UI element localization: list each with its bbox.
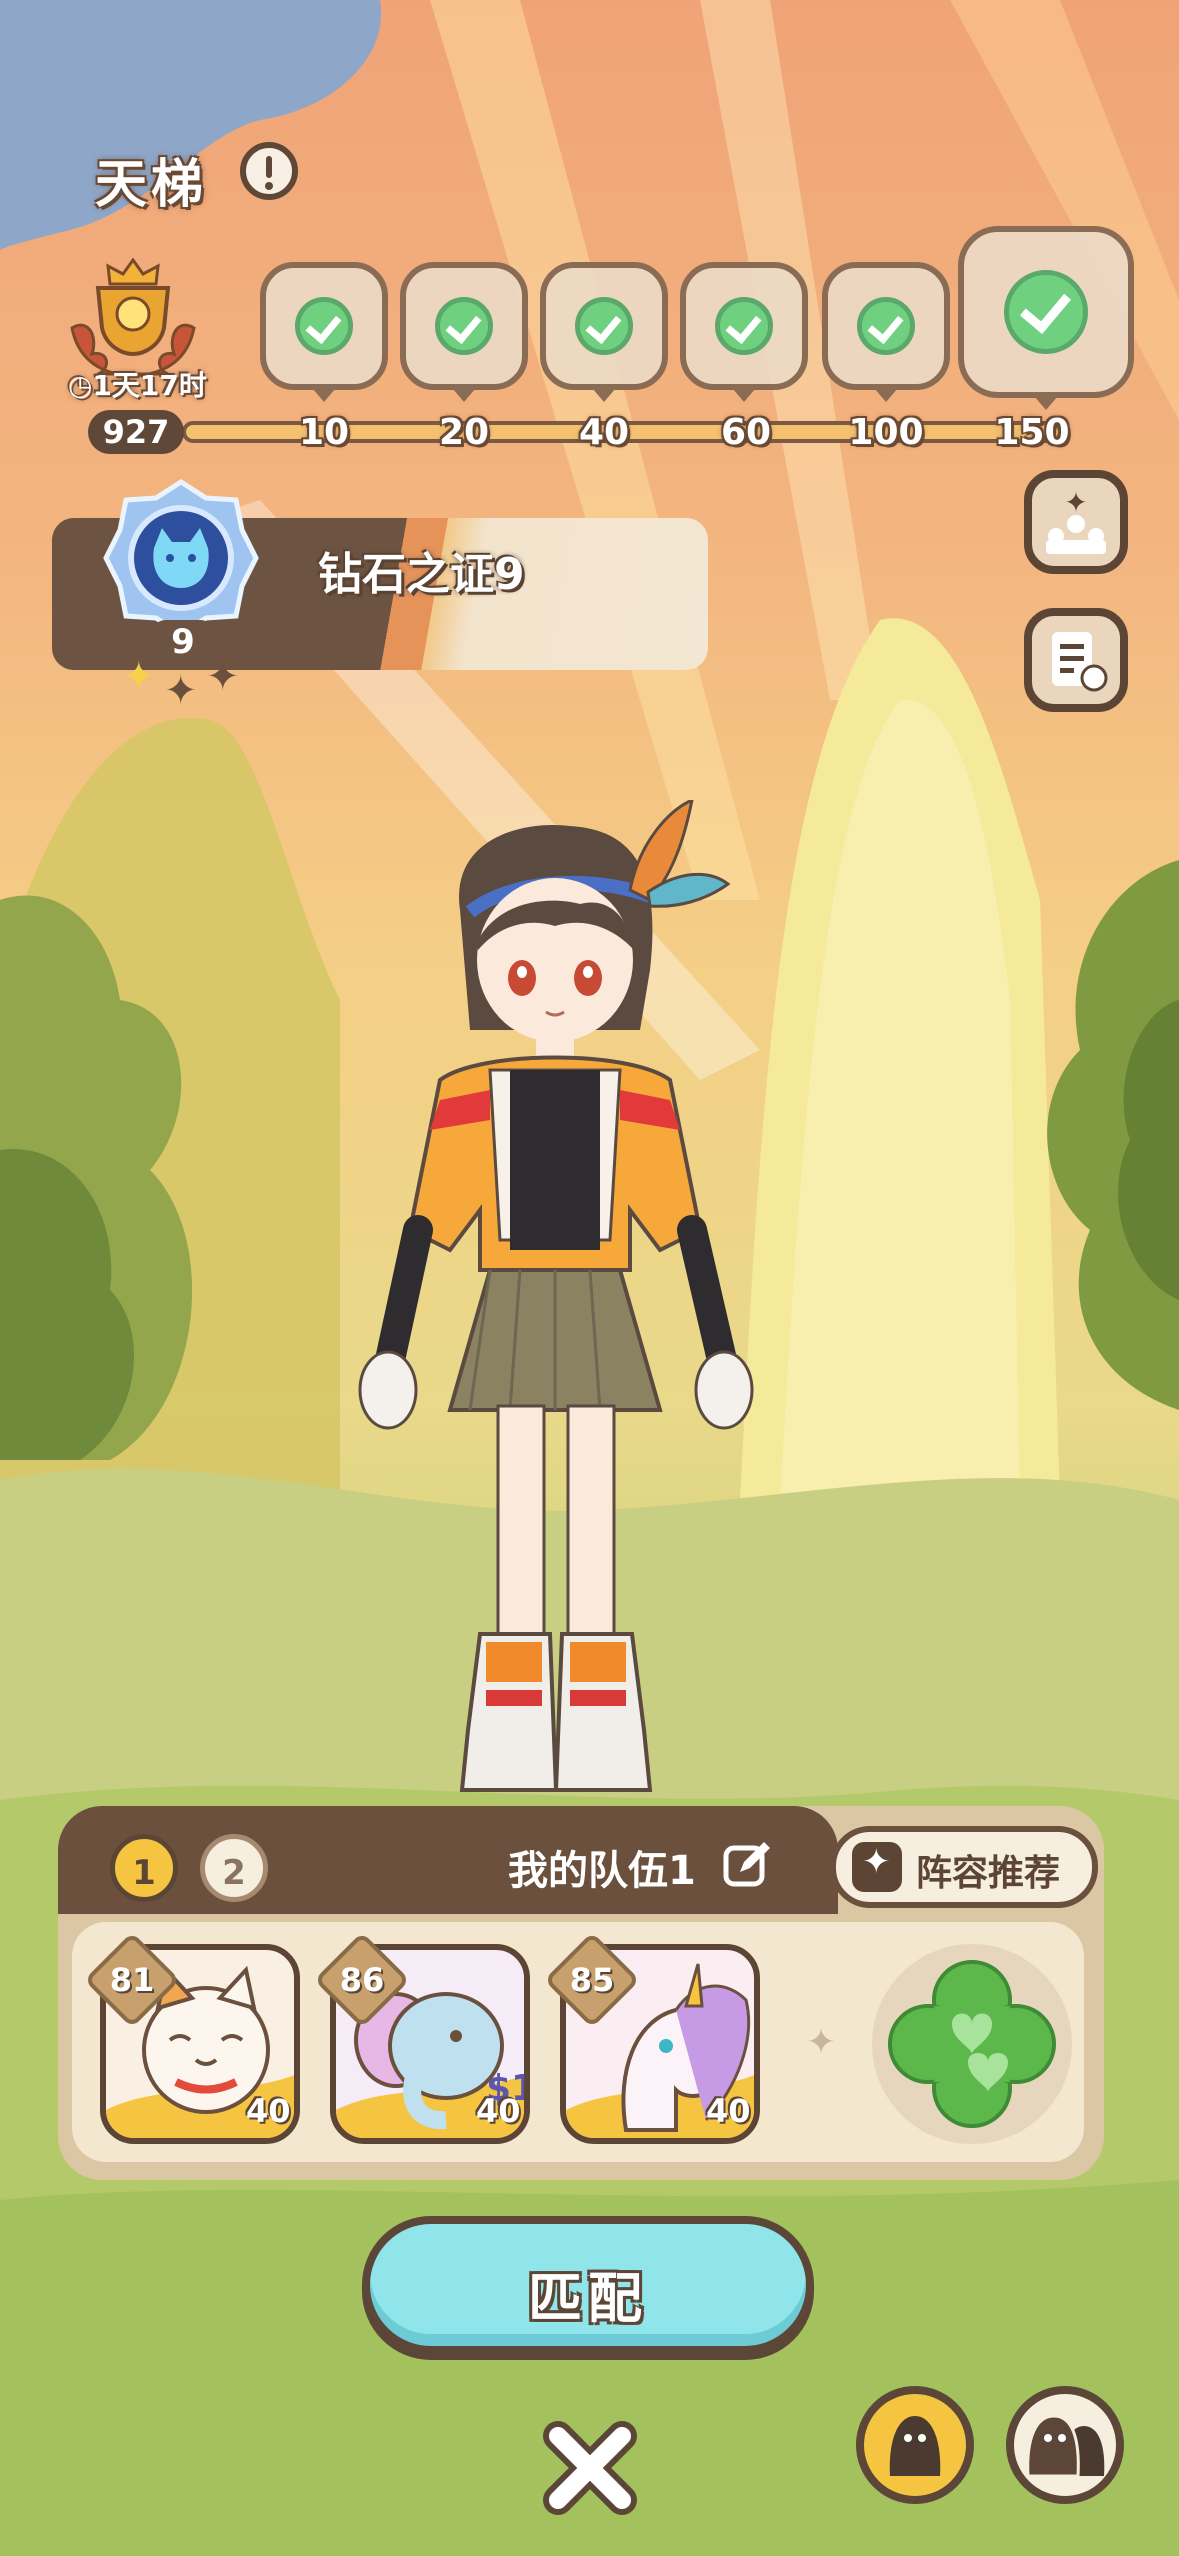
rank-name: 钻石之证9 (318, 549, 525, 600)
edit-icon[interactable] (722, 1838, 774, 1890)
lineup-recommend-label: 阵容推荐 (916, 1853, 1061, 1894)
milestone-reward[interactable] (822, 262, 950, 402)
level-text: 86 (339, 1961, 385, 1999)
clock-icon: ◷ (68, 369, 93, 402)
trophy-icon (70, 258, 196, 378)
season-timer-text: 1天17时 (92, 369, 207, 402)
match-button-label: 匹配 (528, 2267, 648, 2330)
current-score: 927 (88, 410, 184, 454)
level-text: 85 (569, 1961, 615, 1999)
single-player-icon (889, 2416, 941, 2476)
check-icon (715, 297, 773, 355)
svg-text:✦: ✦ (164, 668, 198, 710)
capacity-value: 40 (246, 2092, 291, 2130)
milestone-label: 40 (578, 412, 630, 453)
rank-stars: ✦ ✦ ✦ (122, 654, 240, 710)
milestone-label: 20 (438, 412, 490, 453)
records-icon (1052, 632, 1108, 692)
milestone-label: 10 (298, 412, 350, 453)
team-tab-1[interactable]: 1 (110, 1834, 178, 1902)
capacity-value: 40 (476, 2092, 521, 2130)
svg-text:✦: ✦ (122, 654, 156, 700)
team-name: 我的队伍1 (508, 1848, 696, 1894)
milestone-reward[interactable] (260, 262, 388, 402)
milestone-reward[interactable] (680, 262, 808, 402)
solo-mode-button[interactable] (856, 2386, 974, 2504)
player-avatar[interactable] (330, 800, 770, 1820)
check-icon (435, 297, 493, 355)
help-icon[interactable] (240, 142, 298, 200)
season-timer: ◷1天17时 (68, 364, 207, 404)
close-icon[interactable] (540, 2418, 640, 2518)
milestone-reward[interactable] (540, 262, 668, 402)
multi-player-icon (1026, 2414, 1105, 2478)
separator-plus-icon: ✦ (806, 2022, 837, 2063)
check-icon (1004, 270, 1088, 354)
check-icon (575, 297, 633, 355)
game-screen: 天梯 ◷1天17时 927 10 20 40 60 100 150 ✦ 9 ✦ … (0, 0, 1179, 2556)
lineup-recommend-button[interactable]: 阵容推荐 (830, 1826, 1098, 1908)
milestone-label: 60 (720, 412, 772, 453)
sparkle-icon (852, 1842, 902, 1892)
match-button[interactable]: 匹配 (362, 2216, 814, 2354)
team-tab-2[interactable]: 2 (200, 1834, 268, 1902)
leaderboard-icon: ✦ (1046, 486, 1106, 554)
page-title: 天梯 (95, 155, 208, 215)
check-icon (857, 297, 915, 355)
clover-icon (888, 1960, 1056, 2128)
milestone-label: 150 (994, 412, 1070, 453)
leaderboard-button[interactable]: ✦ (1024, 470, 1128, 574)
support-slot[interactable] (872, 1944, 1072, 2144)
milestone-label: 100 (848, 412, 924, 453)
records-button[interactable] (1024, 608, 1128, 712)
milestone-reward[interactable] (400, 262, 528, 402)
level-text: 81 (109, 1961, 155, 1999)
milestone-reward-final[interactable] (958, 226, 1134, 410)
check-icon (295, 297, 353, 355)
svg-text:✦: ✦ (1064, 486, 1087, 519)
team-mode-button[interactable] (1006, 2386, 1124, 2504)
capacity-value: 40 (706, 2092, 751, 2130)
svg-text:✦: ✦ (206, 654, 240, 700)
